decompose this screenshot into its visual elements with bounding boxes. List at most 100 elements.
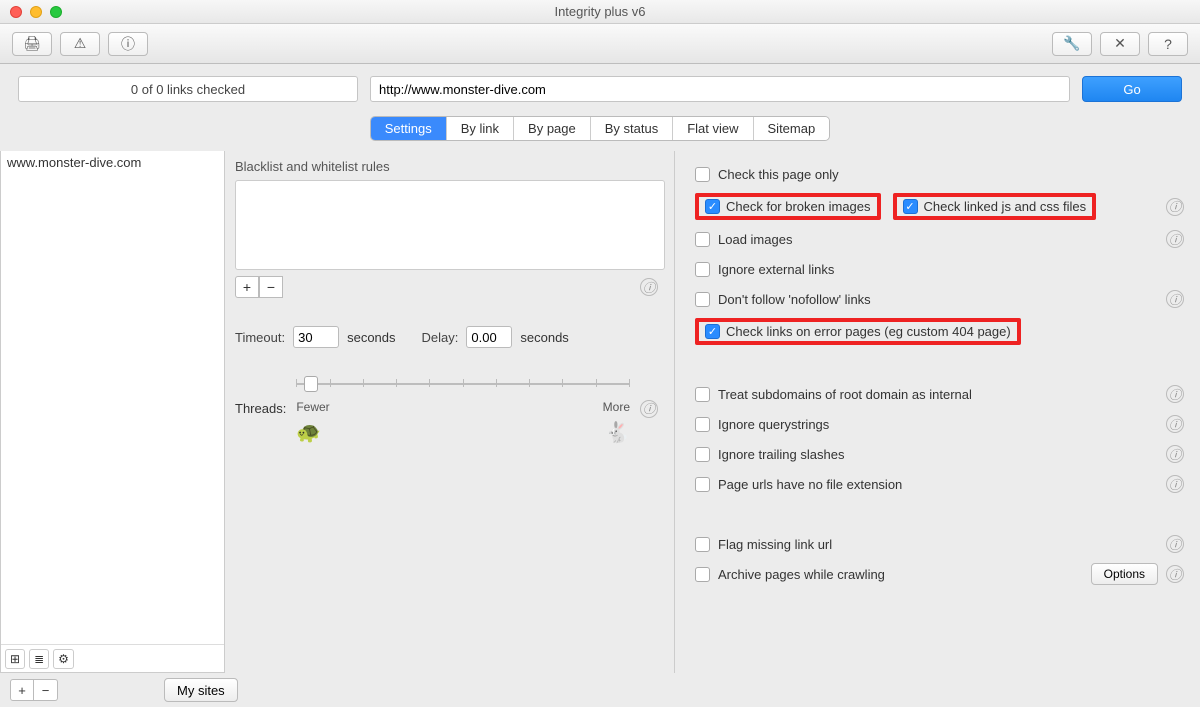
print-icon: 🖨	[23, 35, 41, 52]
blacklist-remove-button[interactable]: −	[259, 276, 283, 298]
tab-flat-view[interactable]: Flat view	[673, 117, 753, 140]
site-add-button[interactable]: +	[10, 679, 34, 701]
go-button[interactable]: Go	[1082, 76, 1182, 102]
check-linked-assets-label: Check linked js and css files	[924, 199, 1087, 214]
settings-right: Check this page only Check for broken im…	[675, 151, 1200, 673]
highlight-error-pages: Check links on error pages (eg custom 40…	[695, 318, 1021, 345]
tab-by-page[interactable]: By page	[514, 117, 591, 140]
check-archive[interactable]	[695, 567, 710, 582]
check-trailing-label: Ignore trailing slashes	[718, 447, 844, 462]
threads-slider[interactable]	[296, 372, 630, 396]
load-images-info-icon[interactable]: ⓘ	[1166, 230, 1184, 248]
tab-by-link[interactable]: By link	[447, 117, 514, 140]
blacklist-add-button[interactable]: +	[235, 276, 259, 298]
view-tabs: Settings By link By page By status Flat …	[0, 116, 1200, 141]
url-row: 0 of 0 links checked Go	[0, 64, 1200, 114]
check-ignore-external[interactable]	[695, 262, 710, 277]
preferences-button[interactable]: 🔧	[1052, 32, 1092, 56]
gear-icon: ⚙	[58, 652, 69, 666]
subdomains-info-icon[interactable]: ⓘ	[1166, 385, 1184, 403]
highlight-linked-assets: Check linked js and css files	[893, 193, 1097, 220]
check-linked-assets[interactable]	[903, 199, 918, 214]
nofollow-info-icon[interactable]: ⓘ	[1166, 290, 1184, 308]
check-broken-images[interactable]	[705, 199, 720, 214]
check-querystrings[interactable]	[695, 417, 710, 432]
minus-icon: −	[42, 683, 50, 698]
check-no-ext[interactable]	[695, 477, 710, 492]
info-icon: ⓘ	[121, 34, 135, 54]
tools-icon: ✕	[1114, 35, 1126, 52]
main-area: www.monster-dive.com ⊞ ≣ ⚙ Blacklist and…	[0, 151, 1200, 673]
check-broken-images-label: Check for broken images	[726, 199, 871, 214]
check-ignore-external-label: Ignore external links	[718, 262, 834, 277]
linked-assets-info-icon[interactable]: ⓘ	[1166, 198, 1184, 216]
querystrings-info-icon[interactable]: ⓘ	[1166, 415, 1184, 433]
delay-label: Delay:	[422, 330, 459, 345]
delay-unit: seconds	[520, 330, 568, 345]
check-no-ext-label: Page urls have no file extension	[718, 477, 902, 492]
tab-settings[interactable]: Settings	[371, 117, 447, 140]
warnings-button[interactable]: ⚠	[60, 32, 100, 56]
check-load-images[interactable]	[695, 232, 710, 247]
delay-input[interactable]	[466, 326, 512, 348]
trailing-info-icon[interactable]: ⓘ	[1166, 445, 1184, 463]
threads-fewer-label: Fewer	[296, 400, 329, 414]
turtle-icon: 🐢	[296, 420, 321, 445]
settings-panel: Blacklist and whitelist rules + − ⓘ Time…	[225, 151, 1200, 673]
warning-icon: ⚠	[74, 35, 87, 52]
check-error-pages[interactable]	[705, 324, 720, 339]
archive-info-icon[interactable]: ⓘ	[1166, 565, 1184, 583]
list-icon: ≣	[34, 652, 44, 666]
check-querystrings-label: Ignore querystrings	[718, 417, 829, 432]
missing-url-info-icon[interactable]: ⓘ	[1166, 535, 1184, 553]
titlebar: Integrity plus v6	[0, 0, 1200, 24]
archive-options-button[interactable]: Options	[1091, 563, 1158, 585]
grid-view-button[interactable]: ⊞	[5, 649, 25, 669]
rabbit-icon: 🐇	[605, 420, 630, 445]
blacklist-info-icon[interactable]: ⓘ	[640, 278, 658, 296]
check-subdomains[interactable]	[695, 387, 710, 402]
threads-info-icon[interactable]: ⓘ	[640, 400, 658, 418]
status-text: 0 of 0 links checked	[18, 76, 358, 102]
window-title: Integrity plus v6	[0, 4, 1200, 19]
help-button[interactable]: ?	[1148, 32, 1188, 56]
highlight-broken-images: Check for broken images	[695, 193, 881, 220]
wrench-icon: 🔧	[1063, 35, 1080, 52]
site-remove-button[interactable]: −	[34, 679, 58, 701]
toolbar: 🖨 ⚠ ⓘ 🔧 ✕ ?	[0, 24, 1200, 64]
slider-thumb[interactable]	[304, 376, 318, 392]
check-subdomains-label: Treat subdomains of root domain as inter…	[718, 387, 972, 402]
check-nofollow-label: Don't follow 'nofollow' links	[718, 292, 871, 307]
info-button[interactable]: ⓘ	[108, 32, 148, 56]
blacklist-label: Blacklist and whitelist rules	[235, 159, 658, 174]
threads-more-label: More	[603, 400, 630, 414]
tab-by-status[interactable]: By status	[591, 117, 673, 140]
url-input[interactable]	[370, 76, 1070, 102]
sites-list[interactable]: www.monster-dive.com	[1, 151, 224, 644]
print-button[interactable]: 🖨	[12, 32, 52, 56]
settings-left: Blacklist and whitelist rules + − ⓘ Time…	[225, 151, 675, 673]
sites-sidebar: www.monster-dive.com ⊞ ≣ ⚙	[0, 151, 225, 673]
check-archive-label: Archive pages while crawling	[718, 567, 885, 582]
plus-icon: +	[243, 279, 251, 295]
list-view-button[interactable]: ≣	[29, 649, 49, 669]
check-nofollow[interactable]	[695, 292, 710, 307]
timeout-label: Timeout:	[235, 330, 285, 345]
timeout-input[interactable]	[293, 326, 339, 348]
check-load-images-label: Load images	[718, 232, 792, 247]
tools-button[interactable]: ✕	[1100, 32, 1140, 56]
help-icon: ?	[1164, 36, 1172, 52]
check-error-pages-label: Check links on error pages (eg custom 40…	[726, 324, 1011, 339]
tab-sitemap[interactable]: Sitemap	[754, 117, 830, 140]
list-item[interactable]: www.monster-dive.com	[7, 155, 218, 170]
actions-menu-button[interactable]: ⚙	[53, 649, 74, 669]
blacklist-textarea[interactable]	[235, 180, 665, 270]
check-page-only-label: Check this page only	[718, 167, 839, 182]
check-trailing[interactable]	[695, 447, 710, 462]
check-page-only[interactable]	[695, 167, 710, 182]
my-sites-button[interactable]: My sites	[164, 678, 238, 702]
check-missing-url-label: Flag missing link url	[718, 537, 832, 552]
threads-label: Threads:	[235, 401, 286, 416]
no-ext-info-icon[interactable]: ⓘ	[1166, 475, 1184, 493]
check-missing-url[interactable]	[695, 537, 710, 552]
